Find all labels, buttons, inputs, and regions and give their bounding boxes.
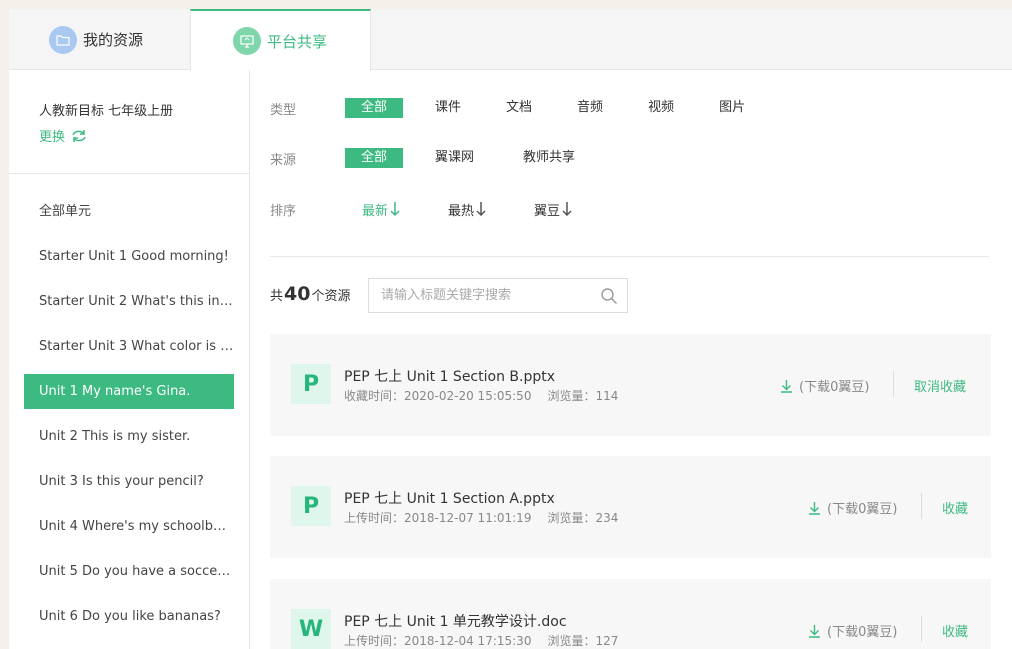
type-chip-audio[interactable]: 音频	[561, 98, 619, 118]
type-chip-image[interactable]: 图片	[703, 98, 761, 118]
unit-item-1[interactable]: Unit 1 My name's Gina.	[24, 374, 234, 409]
resource-meta: 收藏时间：2020-02-20 15:05:50 浏览量：114	[344, 387, 618, 404]
sidebar: 人教新目标 七年级上册 更换 全部单元 Starter Unit 1 Good …	[9, 70, 250, 649]
source-filter: 来源 全部 翼课网 教师共享	[270, 147, 591, 169]
textbook-title: 人教新目标 七年级上册	[39, 104, 174, 119]
source-chip-yikewang[interactable]: 翼课网	[419, 148, 490, 168]
sort-filter: 排序 最新 最热 翼豆	[270, 198, 620, 220]
download-icon	[809, 501, 820, 515]
change-textbook-button[interactable]: 更换	[39, 126, 88, 145]
change-label: 更换	[39, 130, 66, 145]
result-count: 共 40 个资源	[270, 283, 350, 305]
resource-time: 上传时间：2018-12-04 17:15:30	[344, 634, 532, 648]
resource-time: 上传时间：2018-12-07 11:01:19	[344, 511, 532, 525]
download-button[interactable]: (下载0翼豆)	[808, 621, 897, 640]
resource-time: 收藏时间：2020-02-20 15:05:50	[344, 389, 532, 403]
filter-divider	[270, 256, 989, 257]
resource-meta: 上传时间：2018-12-07 11:01:19 浏览量：234	[344, 509, 618, 526]
count-prefix: 共	[270, 289, 284, 304]
unit-item-3[interactable]: Unit 3 Is this your pencil?	[24, 464, 234, 499]
download-label: (下载0翼豆)	[827, 625, 898, 640]
download-button[interactable]: (下载0翼豆)	[808, 498, 897, 517]
unit-item-4[interactable]: Unit 4 Where's my schoolbag?	[24, 509, 234, 544]
unit-item-starter-3[interactable]: Starter Unit 3 What color is it?	[24, 329, 234, 364]
count-number: 40	[284, 283, 311, 305]
tab-label: 平台共享	[267, 32, 328, 51]
ppt-file-icon: P	[291, 364, 331, 404]
source-filter-label: 来源	[270, 152, 297, 168]
resource-title[interactable]: PEP 七上 Unit 1 Section A.pptx	[344, 488, 555, 508]
type-chip-all[interactable]: 全部	[345, 98, 404, 118]
unit-item-all[interactable]: 全部单元	[24, 194, 234, 229]
source-chip-all[interactable]: 全部	[345, 148, 404, 168]
download-icon	[781, 379, 792, 393]
folder-icon	[49, 25, 77, 54]
card-separator	[893, 371, 894, 397]
sort-label: 最热	[448, 203, 475, 219]
unit-list: 全部单元 Starter Unit 1 Good morning! Starte…	[24, 194, 234, 644]
download-button[interactable]: (下载0翼豆)	[780, 376, 869, 395]
count-suffix: 个资源	[311, 289, 351, 304]
ppt-file-icon: P	[291, 486, 331, 526]
sort-label: 最新	[362, 203, 389, 219]
resource-views: 浏览量：234	[547, 511, 619, 525]
favorite-button[interactable]: 收藏	[942, 621, 968, 640]
unit-item-6[interactable]: Unit 6 Do you like bananas?	[24, 599, 234, 634]
arrow-down-icon	[476, 202, 486, 217]
card-separator	[921, 493, 922, 519]
search-box	[368, 278, 628, 313]
sidebar-divider	[9, 173, 249, 174]
type-filter-label: 类型	[270, 102, 297, 118]
unit-item-5[interactable]: Unit 5 Do you have a soccer ball?	[24, 554, 234, 589]
unfavorite-button[interactable]: 取消收藏	[914, 376, 966, 395]
monitor-icon	[233, 27, 261, 55]
refresh-icon	[72, 129, 86, 142]
resource-views: 浏览量：127	[547, 634, 619, 648]
type-chip-video[interactable]: 视频	[632, 98, 690, 118]
resource-card: W PEP 七上 Unit 1 单元教学设计.doc 上传时间：2018-12-…	[270, 579, 991, 649]
resource-title[interactable]: PEP 七上 Unit 1 单元教学设计.doc	[344, 611, 567, 631]
download-icon	[809, 624, 820, 638]
type-chip-courseware[interactable]: 课件	[419, 98, 477, 118]
search-input[interactable]	[369, 279, 591, 312]
resource-card: P PEP 七上 Unit 1 Section B.pptx 收藏时间：2020…	[270, 334, 991, 436]
main-panel: 我的资源 平台共享 人教新目标 七年级上册 更换 全部单元 Starter Un…	[9, 9, 1012, 649]
card-separator	[921, 616, 922, 642]
source-chip-teacher[interactable]: 教师共享	[507, 148, 591, 168]
search-icon[interactable]	[591, 287, 627, 305]
unit-item-starter-1[interactable]: Starter Unit 1 Good morning!	[24, 239, 234, 274]
sort-newest[interactable]: 最新	[362, 200, 400, 219]
sort-beans[interactable]: 翼豆	[534, 200, 572, 219]
tab-platform-share[interactable]: 平台共享	[190, 9, 371, 71]
arrow-down-icon	[390, 202, 400, 217]
arrow-down-icon	[562, 202, 572, 217]
unit-item-starter-2[interactable]: Starter Unit 2 What's this in English?	[24, 284, 234, 319]
tab-my-resources[interactable]: 我的资源	[49, 9, 143, 70]
sort-hottest[interactable]: 最热	[448, 200, 486, 219]
tab-label: 我的资源	[83, 31, 144, 49]
sort-filter-label: 排序	[270, 203, 297, 219]
resource-title[interactable]: PEP 七上 Unit 1 Section B.pptx	[344, 366, 555, 386]
resource-card: P PEP 七上 Unit 1 Section A.pptx 上传时间：2018…	[270, 456, 991, 558]
tab-bar: 我的资源 平台共享	[9, 9, 1012, 71]
type-filter: 类型 全部 课件 文档 音频 视频 图片	[270, 97, 761, 119]
download-label: (下载0翼豆)	[827, 502, 898, 517]
type-chip-document[interactable]: 文档	[490, 98, 548, 118]
download-label: (下载0翼豆)	[799, 380, 870, 395]
resource-views: 浏览量：114	[547, 389, 619, 403]
sort-label: 翼豆	[534, 203, 561, 219]
favorite-button[interactable]: 收藏	[942, 498, 968, 517]
resource-meta: 上传时间：2018-12-04 17:15:30 浏览量：127	[344, 632, 618, 649]
content-area: 类型 全部 课件 文档 音频 视频 图片 来源 全部 翼课网 教师共享 排序 最…	[270, 70, 1012, 649]
unit-item-2[interactable]: Unit 2 This is my sister.	[24, 419, 234, 454]
word-file-icon: W	[291, 609, 331, 649]
